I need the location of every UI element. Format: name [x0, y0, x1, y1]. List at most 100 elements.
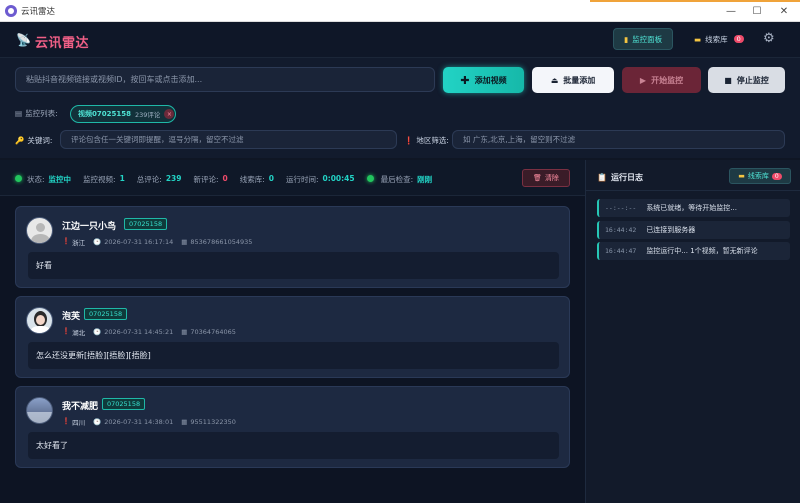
state-label: 状态:: [27, 175, 45, 184]
key-icon: 🔑: [15, 136, 25, 145]
log-time: 16:44:47: [605, 247, 637, 255]
log-leads-badge: 0: [771, 172, 782, 180]
comment-card[interactable]: 我不减肥 07025158 ❗ 四川 🕑 2026-07-31 14:38:01 ▦…: [15, 386, 570, 468]
app-header: 📡 云讯雷达 ▮ 监控面板 ▬ 线索库 0 ⚙: [0, 22, 800, 58]
comment-time: 2026-07-31 16:17:14: [104, 238, 174, 246]
comment-time: 2026-07-31 14:45:21: [104, 328, 174, 336]
comment-meta: ❗ 四川 🕑 2026-07-31 14:38:01 ▦ 95511322350: [62, 417, 236, 427]
videos-label: 监控视频:: [83, 175, 116, 184]
folder-icon: ▬: [738, 172, 745, 180]
minimize-button[interactable]: —: [718, 0, 744, 22]
window-title: 云讯雷达: [21, 7, 56, 17]
log-leads-button[interactable]: ▬ 线索库 0: [729, 168, 791, 184]
video-url-input[interactable]: 粘贴抖音视频链接或视频ID，按回车或点击添加...: [15, 67, 435, 92]
last-check-dot-icon: [366, 175, 374, 182]
stop-monitor-button[interactable]: ■ 停止监控: [708, 67, 785, 93]
status-dot-icon: [15, 175, 22, 182]
settings-gear-icon[interactable]: ⚙: [763, 31, 775, 46]
log-time: 16:44:42: [605, 226, 637, 234]
videos-value: 1: [119, 174, 125, 183]
clock-icon: 🕑: [93, 238, 102, 246]
comment-text: 怎么还没更新[捂脸][捂脸][捂脸]: [28, 342, 559, 369]
list-icon: ▤: [15, 109, 23, 118]
comment-card[interactable]: 泡芙 07025158 ❗ 湖北 🕑 2026-07-31 14:45:21 ▦ 70…: [15, 296, 570, 378]
log-time: --:--:--: [605, 204, 637, 212]
avatar: [26, 307, 53, 334]
comment-region: 四川: [72, 419, 86, 427]
remove-tag-icon[interactable]: ×: [164, 109, 175, 119]
chart-icon: ▮: [624, 34, 629, 44]
monitor-tag-video: 视频07025158: [78, 110, 131, 118]
maximize-button[interactable]: ☐: [744, 0, 770, 22]
last-check-value: 刚刚: [417, 175, 433, 184]
log-title-wrap: 📋 运行日志: [597, 172, 643, 183]
log-entry: --:--:-- 系统已就绪，等待开始监控...: [597, 199, 790, 217]
start-monitor-button[interactable]: ▶ 开始监控: [622, 67, 701, 93]
monitor-list-label-wrap: ▤ 监控列表:: [15, 108, 58, 119]
comment-meta: ❗ 湖北 🕑 2026-07-31 14:45:21 ▦ 70364764065: [62, 327, 236, 337]
video-tag: 07025158: [102, 398, 146, 410]
avatar: [26, 217, 53, 244]
log-message: 已连接到服务器: [646, 226, 696, 234]
comment-card[interactable]: 江边一只小鸟 07025158 ❗ 浙江 🕑 2026-07-31 16:17:14…: [15, 206, 570, 288]
region-input[interactable]: 如 广东,北京,上海，留空则不过滤: [452, 130, 785, 149]
monitor-list-label: 监控列表:: [25, 109, 58, 118]
last-check-label: 最后检查:: [380, 175, 414, 184]
comment-feed: 江边一只小鸟 07025158 ❗ 浙江 🕑 2026-07-31 16:17:14…: [0, 196, 585, 503]
video-tag: 07025158: [84, 308, 128, 320]
leads-label: 线索库:: [239, 175, 265, 184]
region-label-wrap: ❗ 地区筛选:: [404, 135, 449, 146]
runtime-value: 0:00:45: [322, 174, 355, 183]
app-logo: 云讯雷达: [35, 36, 90, 51]
leads-library-button[interactable]: ▬ 线索库 0: [684, 28, 754, 50]
keyword-label: 关键词:: [27, 136, 53, 145]
monitor-tag[interactable]: 视频07025158 239评论 ×: [70, 105, 176, 123]
comment-username: 泡芙: [62, 312, 81, 322]
location-pin-icon: ❗: [62, 237, 71, 245]
avatar: [26, 397, 53, 424]
comment-username: 江边一只小鸟: [62, 222, 117, 232]
clear-label: 清除: [544, 174, 559, 182]
video-tag: 07025158: [124, 218, 168, 230]
batch-add-button[interactable]: ⏏ 批量添加: [532, 67, 614, 93]
id-card-icon: ▦: [181, 328, 188, 336]
upload-icon: ⏏: [550, 75, 559, 85]
new-value: 0: [222, 174, 228, 183]
comment-uid: 70364764065: [190, 328, 236, 336]
start-monitor-label: 开始监控: [651, 75, 684, 85]
log-divider: [586, 190, 800, 191]
plus-icon: ✚: [460, 73, 470, 87]
close-button[interactable]: ✕: [771, 0, 797, 22]
status-bar: 状态: 监控中 监控视频: 1 总评论: 239 新评论: 0 线索库: 0 运…: [0, 160, 585, 196]
log-title: 运行日志: [610, 173, 643, 182]
monitor-panel-button[interactable]: ▮ 监控面板: [613, 28, 674, 50]
keyword-label-wrap: 🔑 关键词:: [15, 135, 52, 146]
new-label: 新评论:: [193, 175, 219, 184]
comment-meta: ❗ 浙江 🕑 2026-07-31 16:17:14 ▦ 85367866105493…: [62, 237, 252, 247]
clock-icon: 🕑: [93, 328, 102, 336]
add-video-button[interactable]: ✚ 添加视频: [443, 67, 524, 93]
region-label: 地区筛选:: [416, 136, 449, 145]
location-pin-icon: ❗: [404, 136, 414, 145]
keyword-input[interactable]: 评论包含任一关键词即提醒，逗号分隔，留空不过滤: [60, 130, 397, 149]
leads-value: 0: [268, 174, 274, 183]
state-value: 监控中: [48, 175, 72, 184]
stop-icon: ■: [724, 75, 732, 85]
log-message: 监控运行中... 1个视频，暂无新评论: [646, 247, 758, 255]
comment-text: 好看: [28, 252, 559, 279]
location-pin-icon: ❗: [62, 327, 71, 335]
total-label: 总评论:: [136, 175, 162, 184]
monitor-panel-label: 监控面板: [632, 34, 663, 44]
log-panel: 📋 运行日志 ▬ 线索库 0 --:--:-- 系统已就绪，等待开始监控... …: [585, 160, 800, 503]
total-value: 239: [165, 174, 182, 183]
batch-add-label: 批量添加: [563, 75, 596, 85]
add-video-label: 添加视频: [474, 75, 507, 85]
comment-region: 湖北: [72, 329, 86, 337]
window-titlebar: 云讯雷达 — ☐ ✕: [0, 0, 800, 22]
comment-uid: 95511322350: [190, 418, 236, 426]
comment-username: 我不减肥: [62, 402, 99, 412]
clipboard-icon: 📋: [597, 173, 607, 182]
id-card-icon: ▦: [181, 418, 188, 426]
clear-button[interactable]: 🗑 清除: [522, 169, 570, 187]
trash-icon: 🗑: [533, 174, 542, 182]
